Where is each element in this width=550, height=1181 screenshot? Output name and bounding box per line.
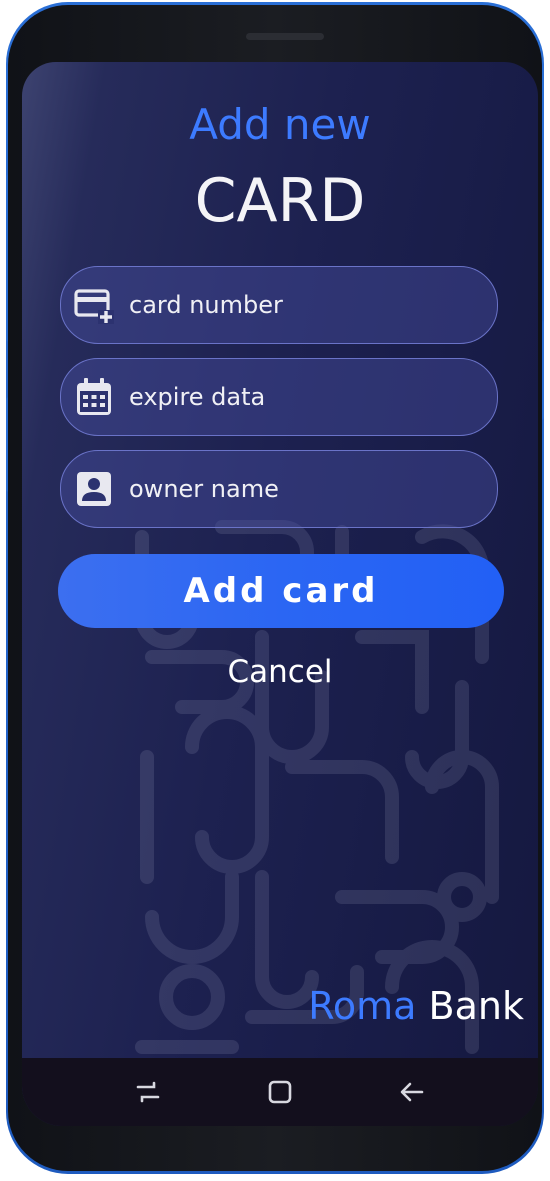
recents-icon[interactable]	[128, 1072, 168, 1112]
brand-name-part2: Bank	[416, 984, 524, 1028]
app-screen: Add new CARD card number expire data own…	[22, 62, 538, 1126]
expire-date-field[interactable]: expire data	[60, 358, 498, 436]
system-nav-bar	[22, 1058, 538, 1126]
speaker-grille	[246, 33, 324, 40]
cancel-button[interactable]: Cancel	[22, 654, 538, 690]
screen-title: CARD	[194, 166, 366, 236]
expire-date-placeholder: expire data	[129, 383, 266, 411]
add-card-icon	[73, 284, 115, 326]
card-number-placeholder: card number	[129, 291, 283, 319]
card-number-field[interactable]: card number	[60, 266, 498, 344]
owner-name-placeholder: owner name	[129, 475, 279, 503]
screen-subtitle: Add new	[189, 100, 371, 149]
contact-icon	[73, 468, 115, 510]
owner-name-field[interactable]: owner name	[60, 450, 498, 528]
add-card-button[interactable]: Add card	[58, 554, 504, 628]
back-icon[interactable]	[392, 1072, 432, 1112]
home-icon[interactable]	[260, 1072, 300, 1112]
calendar-icon	[73, 376, 115, 418]
brand-logo: Roma Bank	[308, 984, 524, 1028]
brand-name-part1: Roma	[308, 984, 417, 1028]
